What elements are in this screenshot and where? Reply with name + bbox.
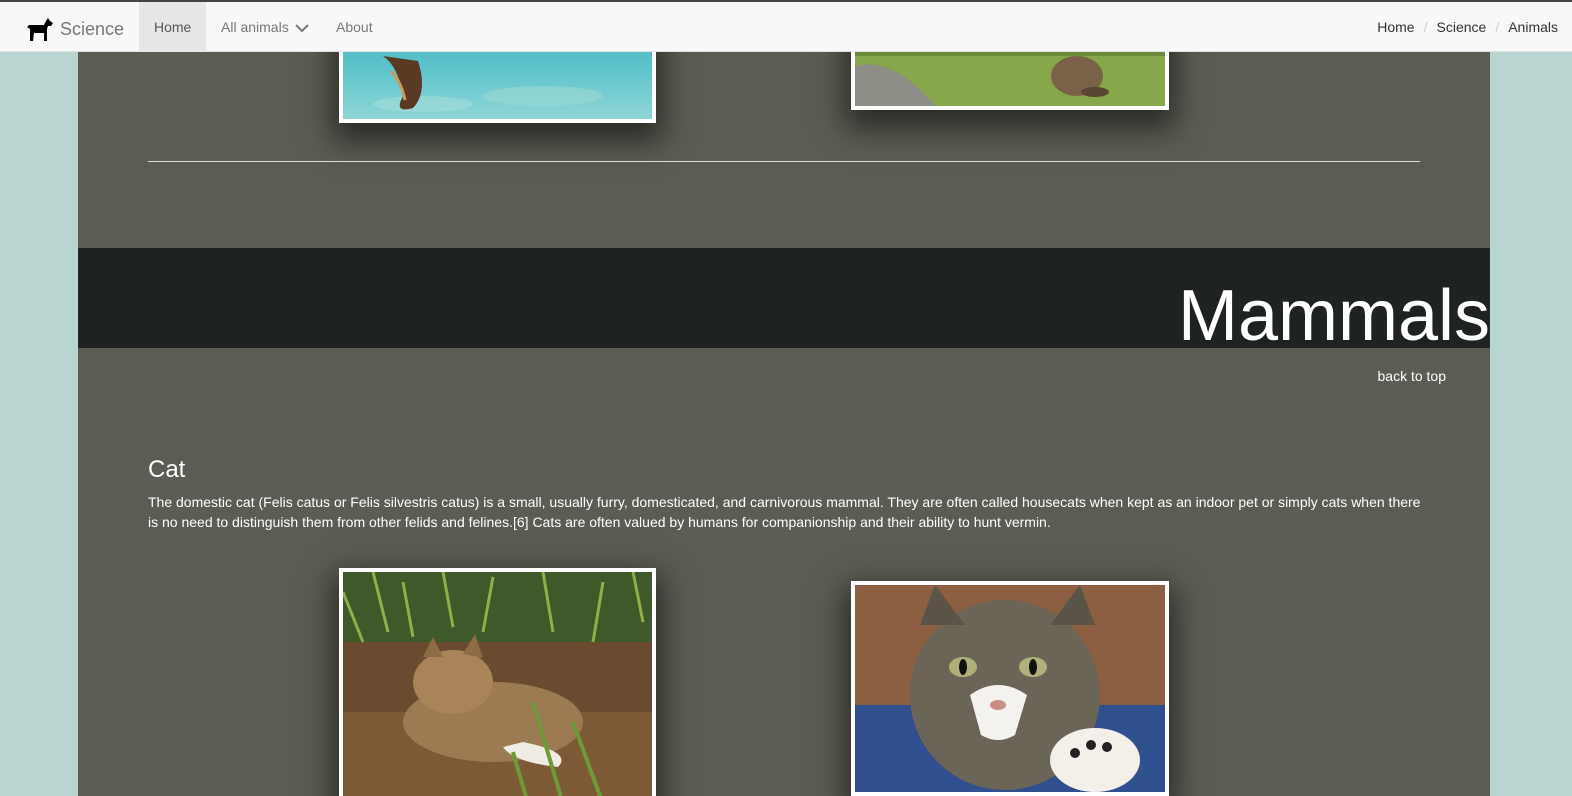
breadcrumb-science[interactable]: Science xyxy=(1437,2,1487,52)
back-to-top-link[interactable]: back to top xyxy=(1378,368,1447,384)
chevron-down-icon xyxy=(294,24,309,33)
main-content: Mammals back to top Cat The domestic cat… xyxy=(78,52,1490,796)
cat-photo-1 xyxy=(339,568,656,796)
cat-image-1 xyxy=(341,571,652,796)
brand-label: Science xyxy=(60,18,125,39)
breadcrumb-separator: / xyxy=(1423,19,1428,35)
section-divider xyxy=(148,161,1420,162)
duck-photo xyxy=(851,52,1169,110)
breadcrumb: Home / Science / Animals xyxy=(1377,2,1558,52)
nav-all-animals-label: All animals xyxy=(221,19,289,35)
animal-name: Cat xyxy=(148,456,186,483)
turtle-image xyxy=(343,52,652,119)
nav-about[interactable]: About xyxy=(321,2,388,52)
brand-link[interactable]: Science xyxy=(26,14,124,44)
nav-all-animals-dropdown[interactable]: All animals xyxy=(206,2,324,52)
dog-icon xyxy=(27,18,53,41)
turtle-photo xyxy=(339,52,656,123)
cat-image-2 xyxy=(855,585,1165,792)
section-title: Mammals xyxy=(1177,276,1490,356)
navbar: Science Home All animals About Home / Sc… xyxy=(0,0,1572,52)
breadcrumb-animals: Animals xyxy=(1508,19,1558,35)
breadcrumb-home[interactable]: Home xyxy=(1377,2,1414,52)
cat-photo-2 xyxy=(851,581,1169,796)
animal-description: The domestic cat (Felis catus or Felis s… xyxy=(148,494,1421,530)
breadcrumb-separator: / xyxy=(1495,19,1500,35)
nav-home[interactable]: Home xyxy=(139,2,206,52)
duck-image xyxy=(855,52,1165,106)
